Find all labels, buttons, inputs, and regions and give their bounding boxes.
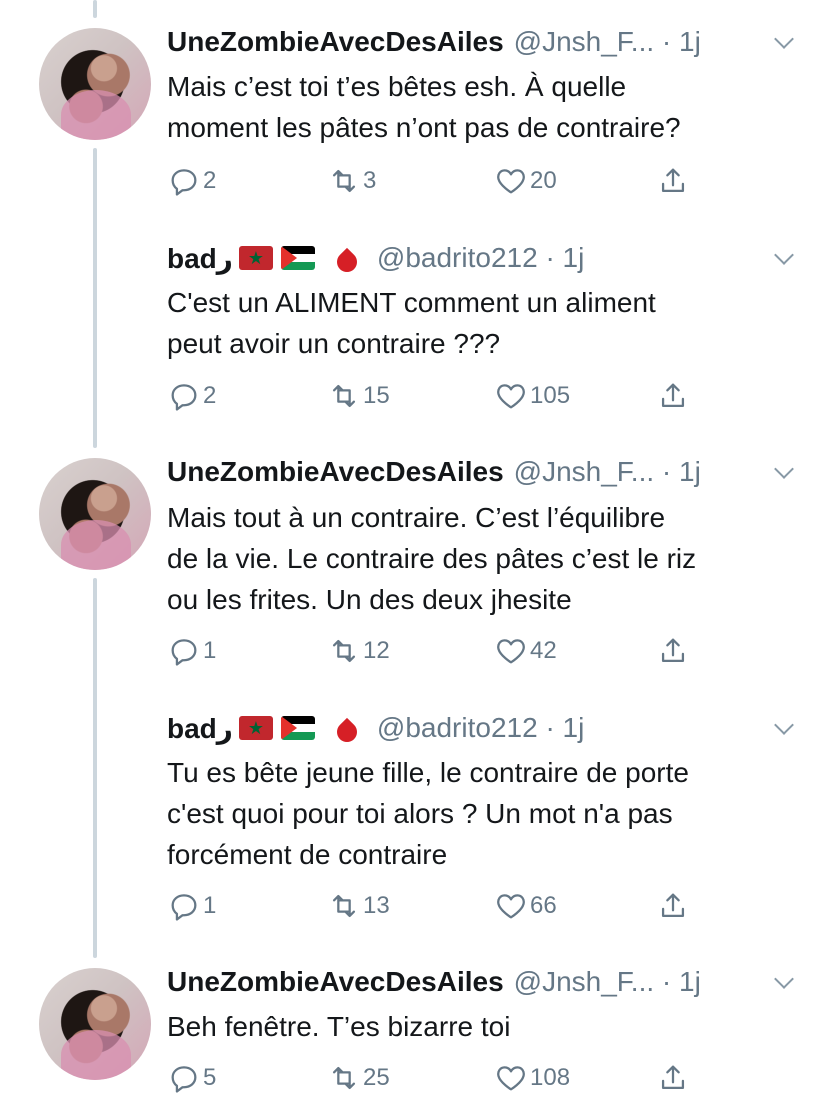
tweet-text: Mais tout à un contraire. C’est l’équili… xyxy=(167,502,697,615)
handle-time[interactable]: @badrito212 · 1j xyxy=(377,712,584,744)
like-button[interactable]: 66 xyxy=(494,889,557,923)
reply-icon xyxy=(171,1066,197,1093)
tweet-actions: 2 15 105 xyxy=(0,379,827,415)
like-count: 42 xyxy=(530,637,557,664)
retweet-count: 15 xyxy=(363,382,390,409)
display-name[interactable]: UneZombieAvecDesAiles xyxy=(167,456,504,488)
share-icon xyxy=(661,893,685,918)
handle-time[interactable]: @Jnsh_F... · 1j xyxy=(514,966,701,998)
retweet-button[interactable]: 12 xyxy=(327,634,390,668)
retweet-button[interactable]: 3 xyxy=(327,164,376,198)
reply-count: 2 xyxy=(203,167,217,194)
share-icon xyxy=(661,1065,685,1090)
reply-count: 2 xyxy=(203,382,217,409)
thread-line xyxy=(93,0,97,18)
display-name[interactable]: badر xyxy=(167,712,233,745)
retweet-count: 25 xyxy=(363,1064,390,1091)
reply-icon xyxy=(171,169,197,196)
like-button[interactable]: 20 xyxy=(494,164,557,198)
retweet-icon xyxy=(332,894,356,918)
retweet-count: 13 xyxy=(363,892,390,919)
tweet-header: UneZombieAvecDesAiles @Jnsh_F... · 1j xyxy=(167,454,797,490)
tweet-header: badر @badrito212 · 1j xyxy=(167,710,797,747)
morocco-flag-icon xyxy=(238,246,273,270)
tweet-text: C'est un ALIMENT comment un aliment peut… xyxy=(167,287,656,359)
retweet-count: 12 xyxy=(363,637,390,664)
blood-drop-icon xyxy=(332,247,362,277)
like-button[interactable]: 42 xyxy=(494,634,557,668)
tweet-header: badر @badrito212 · 1j xyxy=(167,240,797,277)
heart-icon xyxy=(497,894,525,919)
reply-button[interactable]: 1 xyxy=(167,889,216,923)
tweet-actions: 1 12 42 xyxy=(0,634,827,670)
name-emoji xyxy=(238,244,362,277)
reply-button[interactable]: 5 xyxy=(167,1061,216,1095)
retweet-button[interactable]: 25 xyxy=(327,1061,390,1095)
like-count: 105 xyxy=(530,382,571,409)
reply-icon xyxy=(171,894,197,921)
reply-button[interactable]: 2 xyxy=(167,164,216,198)
share-button[interactable] xyxy=(656,379,692,413)
tweet-text: Mais c’est toi t’es bêtes esh. À quelle … xyxy=(167,71,681,143)
reply-count: 1 xyxy=(203,892,217,919)
like-count: 20 xyxy=(530,167,557,194)
tweet-actions: 2 3 20 xyxy=(0,164,827,200)
avatar[interactable] xyxy=(39,458,151,570)
like-button[interactable]: 108 xyxy=(494,1061,570,1095)
reply-icon xyxy=(171,639,197,666)
reply-button[interactable]: 1 xyxy=(167,634,216,668)
like-count: 108 xyxy=(530,1064,571,1091)
tweet-header: UneZombieAvecDesAiles @Jnsh_F... · 1j xyxy=(167,964,797,1000)
handle-time[interactable]: @Jnsh_F... · 1j xyxy=(514,26,701,58)
heart-icon xyxy=(497,1066,525,1091)
share-button[interactable] xyxy=(656,1061,692,1095)
reply-count: 5 xyxy=(203,1064,217,1091)
share-button[interactable] xyxy=(656,889,692,923)
display-name[interactable]: UneZombieAvecDesAiles xyxy=(167,966,504,998)
share-icon xyxy=(661,168,685,193)
retweet-button[interactable]: 15 xyxy=(327,379,390,413)
palestine-flag-icon xyxy=(280,716,315,740)
blood-drop-icon xyxy=(332,717,362,747)
avatar[interactable] xyxy=(39,28,151,140)
reply-button[interactable]: 2 xyxy=(167,379,216,413)
like-button[interactable]: 105 xyxy=(494,379,570,413)
name-emoji xyxy=(238,714,362,747)
reply-icon xyxy=(171,384,197,411)
retweet-icon xyxy=(332,384,356,408)
reply-count: 1 xyxy=(203,637,217,664)
share-icon xyxy=(661,638,685,663)
morocco-flag-icon xyxy=(238,716,273,740)
tweet-text: Beh fenêtre. T’es bizarre toi xyxy=(167,1011,511,1042)
tweet-header: UneZombieAvecDesAiles @Jnsh_F... · 1j xyxy=(167,24,797,60)
heart-icon xyxy=(497,384,525,409)
heart-icon xyxy=(497,639,525,664)
tweet-actions: 5 25 108 xyxy=(0,1061,827,1097)
retweet-button[interactable]: 13 xyxy=(327,889,390,923)
retweet-icon xyxy=(332,639,356,663)
tweet-actions: 1 13 66 xyxy=(0,889,827,925)
share-button[interactable] xyxy=(656,634,692,668)
like-count: 66 xyxy=(530,892,557,919)
share-icon xyxy=(661,383,685,408)
display-name[interactable]: badر xyxy=(167,242,233,275)
retweet-count: 3 xyxy=(363,167,377,194)
handle-time[interactable]: @Jnsh_F... · 1j xyxy=(514,456,701,488)
share-button[interactable] xyxy=(656,164,692,198)
palestine-flag-icon xyxy=(280,246,315,270)
heart-icon xyxy=(497,169,525,194)
tweet-text: Tu es bête jeune fille, le contraire de … xyxy=(167,757,689,870)
handle-time[interactable]: @badrito212 · 1j xyxy=(377,242,584,274)
retweet-icon xyxy=(332,1066,356,1090)
retweet-icon xyxy=(332,169,356,193)
display-name[interactable]: UneZombieAvecDesAiles xyxy=(167,26,504,58)
